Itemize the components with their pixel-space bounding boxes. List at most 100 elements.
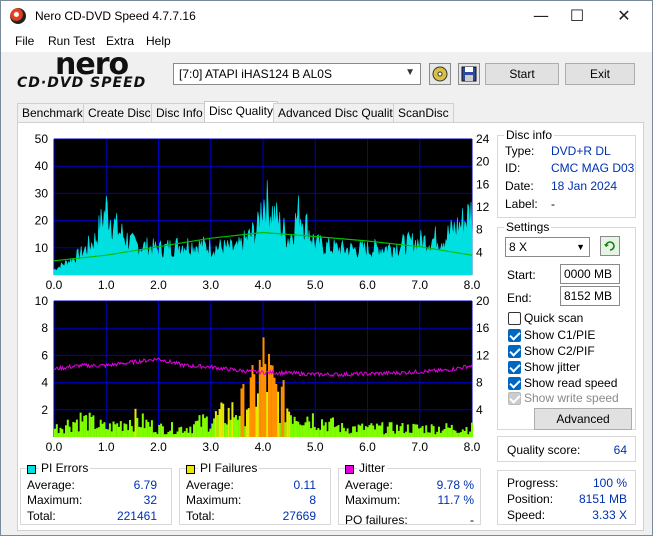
show-write-speed-checkbox[interactable]	[508, 392, 521, 405]
drive-select[interactable]: [7:0] ATAPI iHAS124 B AL0S ▼	[173, 63, 421, 85]
eject-disc-button[interactable]	[429, 63, 451, 85]
pi-failures-bar	[434, 434, 437, 437]
pi-failures-bar	[341, 423, 344, 437]
pi-failures-bar	[127, 430, 130, 437]
title-bar[interactable]: Nero CD-DVD Speed 4.7.7.16 — ☐ ✕	[1, 1, 652, 31]
pi-failures-bar	[211, 423, 214, 437]
tab-disc-quality[interactable]: Disc Quality	[204, 101, 279, 124]
pi-failures-bar	[368, 425, 371, 437]
pi-failures-bar	[57, 433, 60, 437]
top-chart-x-tick: 3.0	[202, 278, 219, 292]
pi-failures-bar	[427, 432, 430, 437]
pi-failures-bar	[377, 425, 380, 437]
pi-failures-swatch	[186, 465, 195, 474]
top-chart-y-right-tick: 20	[476, 155, 490, 169]
pi-failures-bar	[196, 420, 199, 437]
pi-failures-bar	[180, 426, 183, 437]
tab-benchmark[interactable]: Benchmark	[17, 103, 88, 123]
pi-failures-bar	[242, 383, 245, 437]
pi-failures-bar	[304, 422, 307, 437]
jitter-avg-label: Average:	[345, 478, 393, 492]
pi-failures-bar	[319, 429, 322, 437]
pi-failures-bar	[216, 415, 219, 437]
pi-failures-bar	[450, 424, 453, 437]
pi-failures-title: PI Failures	[198, 461, 260, 475]
tab-create-disc[interactable]: Create Disc	[83, 103, 156, 123]
bottom-chart-y-right-tick: 4	[476, 403, 483, 417]
menu-run-test[interactable]: Run Test	[48, 34, 95, 48]
pi-failures-bar	[278, 423, 281, 437]
pi-failures-bar	[289, 415, 292, 437]
pi-failures-bar	[295, 421, 298, 437]
pi-failures-bar	[107, 429, 109, 437]
jitter-group: Jitter Average: 9.78 % Maximum: 11.7 % P…	[338, 461, 481, 527]
top-chart-y-left-tick: 20	[35, 214, 49, 228]
advanced-button[interactable]: Advanced	[534, 408, 632, 430]
speed-select[interactable]: 8 X ▼	[505, 237, 590, 257]
show-c2pif-checkbox[interactable]	[508, 345, 521, 358]
disc-quality-panel: 0.0 1.0 2.0 3.0 4.0 5.0 6.0 7.0 8.0 50 40 30 20 10 24 2…	[17, 122, 644, 531]
menu-extra[interactable]: Extra	[106, 34, 134, 48]
pi-errors-swatch	[27, 465, 36, 474]
exit-button[interactable]: Exit	[565, 63, 635, 85]
show-write-speed-label: Show write speed	[524, 391, 619, 405]
menu-file[interactable]: File	[15, 34, 34, 48]
maximize-button[interactable]: ☐	[554, 1, 600, 31]
pi-failures-bar	[236, 419, 239, 437]
pi-failures-bar	[213, 418, 216, 437]
pi-failures-bar	[83, 415, 86, 437]
tab-advanced-disc-quality[interactable]: Advanced Disc Quality	[273, 103, 404, 123]
refresh-speed-button[interactable]	[600, 236, 620, 256]
drive-select-value: [7:0] ATAPI iHAS124 B AL0S	[179, 67, 332, 81]
menu-help[interactable]: Help	[146, 34, 171, 48]
pi-failures-bar	[299, 424, 302, 437]
pi-failures-bar	[284, 422, 287, 437]
pi-failures-bar	[65, 425, 67, 437]
close-button[interactable]: ✕	[601, 1, 647, 31]
pi-failures-bar	[246, 409, 248, 437]
charts-svg: 0.0 1.0 2.0 3.0 4.0 5.0 6.0 7.0 8.05040302010242…	[35, 132, 490, 454]
tab-disc-info[interactable]: Disc Info	[151, 103, 208, 123]
pi-failures-bar	[353, 426, 356, 437]
start-input[interactable]: 0000 MB	[560, 264, 620, 284]
tab-scandisc[interactable]: ScanDisc	[393, 103, 454, 123]
pi-failures-bar	[469, 431, 472, 437]
pi-failures-bar	[59, 427, 62, 437]
chevron-down-icon: ▼	[405, 67, 415, 78]
pi-failures-bar	[178, 427, 181, 437]
bottom-chart-x-tick: 8.0	[464, 440, 481, 454]
po-failures-value: -	[470, 513, 474, 527]
save-button[interactable]	[458, 63, 480, 85]
pi-failures-bar	[172, 434, 175, 437]
end-input[interactable]: 8152 MB	[560, 286, 620, 306]
jitter-title: Jitter	[357, 461, 388, 475]
show-jitter-checkbox[interactable]	[508, 361, 521, 374]
pi-errors-avg-label: Average:	[27, 478, 75, 492]
pi-failures-bar	[251, 365, 254, 437]
disc-label-value: -	[551, 197, 555, 211]
pi-failures-bar	[132, 431, 135, 437]
floppy-icon	[461, 66, 477, 82]
pi-failures-bar	[445, 423, 448, 437]
pi-failures-bar	[396, 424, 398, 437]
chevron-down-icon: ▼	[576, 242, 585, 252]
pi-failures-total-label: Total:	[186, 509, 215, 523]
quick-scan-checkbox[interactable]	[508, 312, 521, 325]
show-c1pie-checkbox[interactable]	[508, 329, 521, 342]
show-read-speed-checkbox[interactable]	[508, 377, 521, 390]
pi-failures-bar	[452, 430, 455, 437]
pi-failures-bar	[352, 426, 355, 437]
pi-failures-bar	[235, 415, 237, 437]
bottom-chart-y-right-tick: 12	[476, 348, 490, 362]
pi-failures-bar	[134, 408, 137, 437]
start-button[interactable]: Start	[485, 63, 559, 85]
pi-errors-total-label: Total:	[27, 509, 56, 523]
pi-failures-bar	[458, 432, 461, 437]
top-chart-y-left-tick: 50	[35, 132, 49, 146]
pi-failures-bar	[297, 421, 300, 437]
pi-failures-bar	[339, 432, 342, 437]
pi-failures-bar	[129, 420, 131, 437]
pi-failures-bar	[189, 426, 192, 437]
pi-failures-bar	[149, 426, 152, 437]
pi-errors-total-value: 221461	[116, 509, 157, 523]
